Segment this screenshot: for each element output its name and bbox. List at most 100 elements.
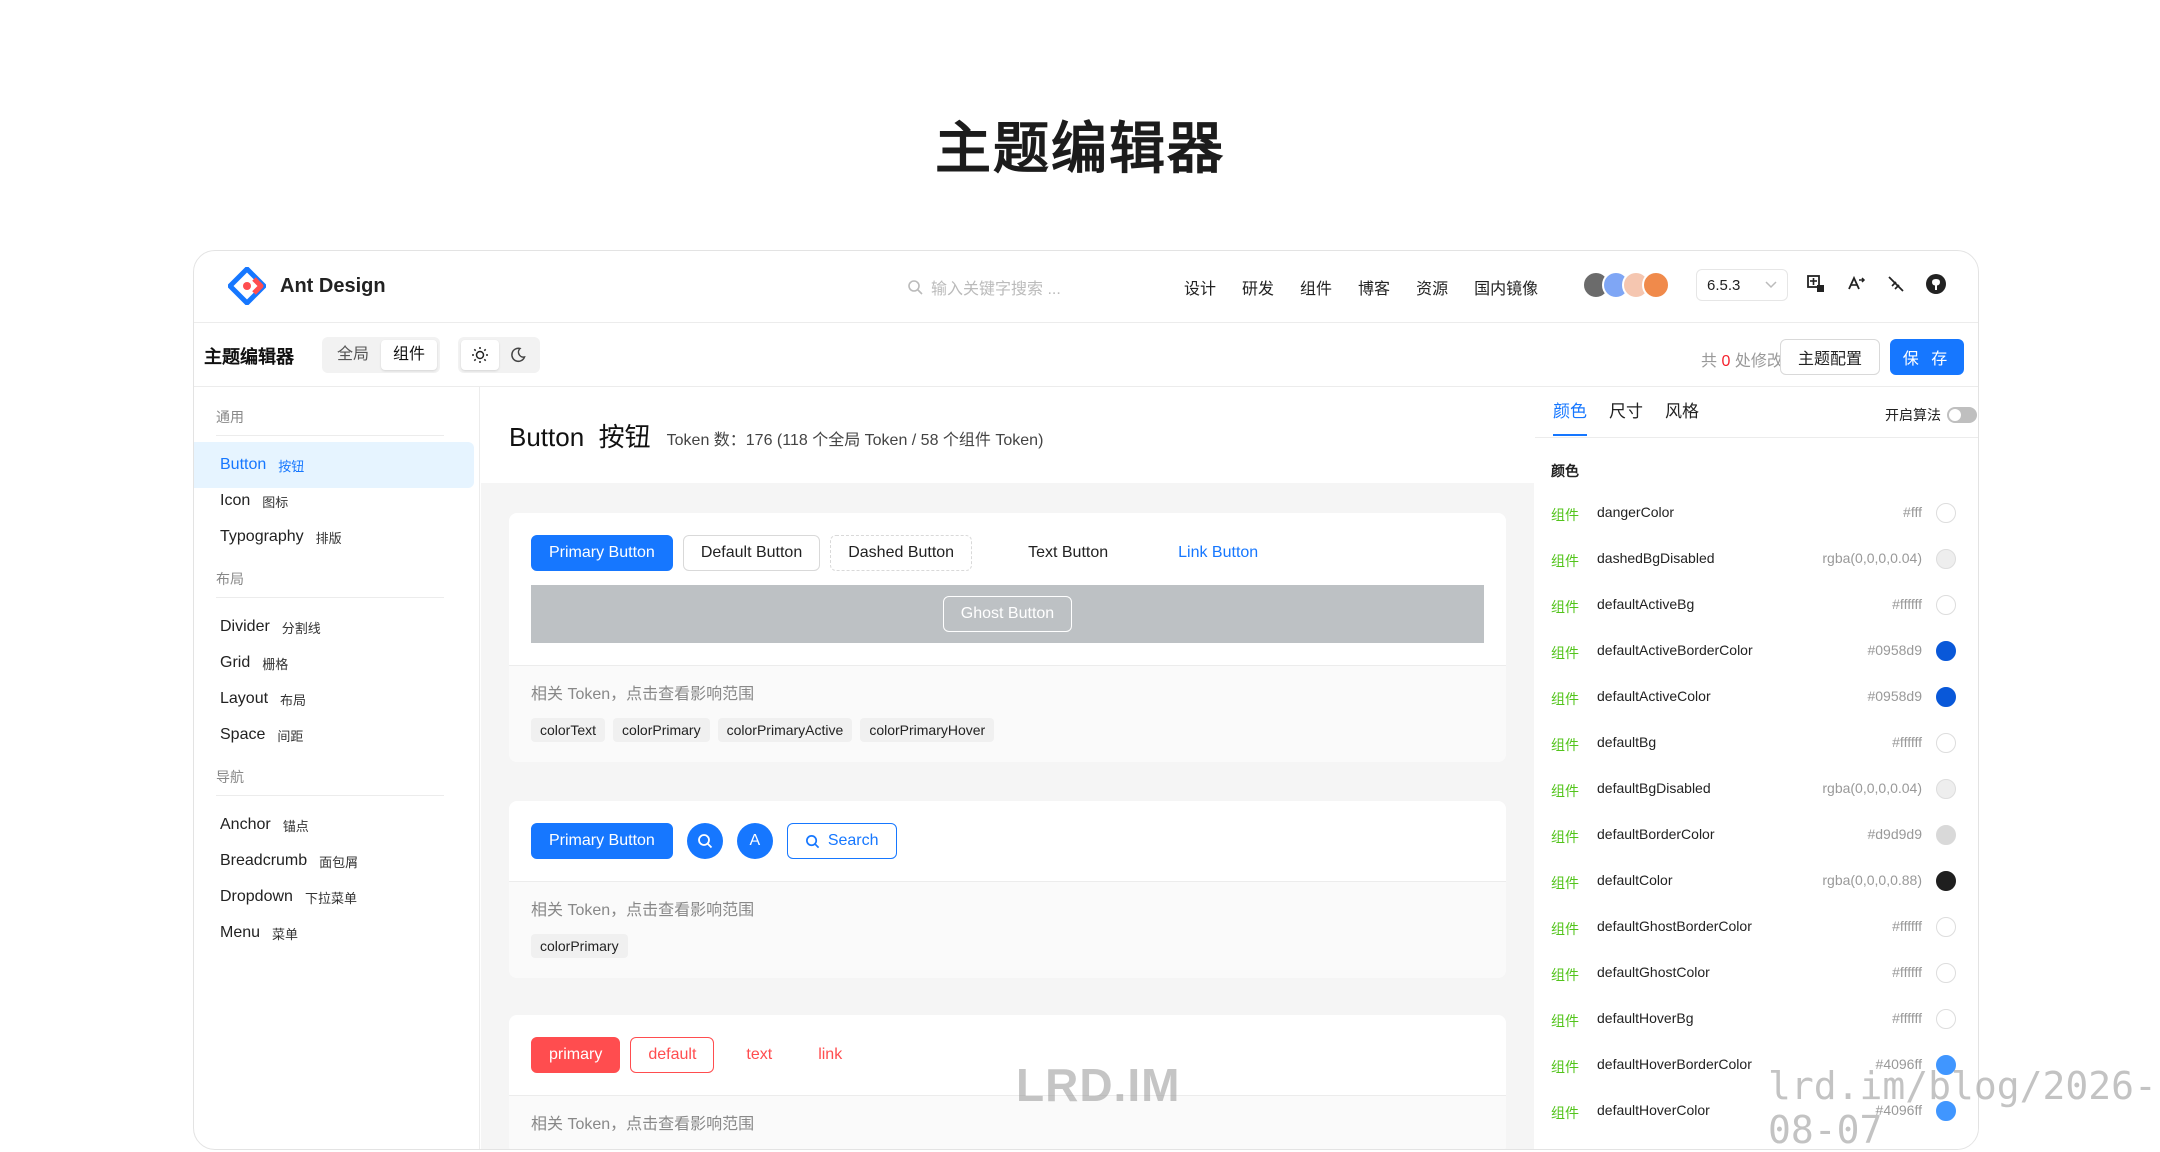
color-swatch[interactable] [1936,733,1956,753]
text-button[interactable]: Text Button [1010,535,1126,571]
token-name: defaultGhostColor [1597,964,1710,980]
chevron-down-icon [1765,281,1777,289]
token-name: defaultHoverColor [1597,1102,1710,1118]
color-swatch[interactable] [1936,595,1956,615]
color-swatch[interactable] [1936,917,1956,937]
color-swatch[interactable] [1936,1009,1956,1029]
primary-button[interactable]: Primary Button [531,823,673,859]
token-row[interactable]: 组件 defaultActiveBorderColor #0958d9 [1535,629,1978,675]
watermark-right: lrd.im/blog/2026-08-07 [1768,1064,2157,1152]
default-button[interactable]: Default Button [682,535,821,571]
watermark-left: LRD.IM [1016,1059,1181,1111]
search-circle-button[interactable] [686,823,723,859]
nav-item-blog[interactable]: 博客 [1358,275,1390,299]
logo[interactable]: Ant Design [228,267,386,305]
token-row[interactable]: 组件 defaultGhostColor #ffffff [1535,951,1978,997]
segment-global[interactable]: 全局 [325,340,381,370]
related-tokens-label: 相关 Token，点击查看影响范围 [531,686,755,703]
token-row[interactable]: 组件 defaultColor rgba(0,0,0,0.88) [1535,859,1978,905]
sidebar-item-space[interactable]: Space 间距 [194,712,474,758]
component-tag: 组件 [1551,737,1579,753]
color-swatch[interactable] [1936,687,1956,707]
nav-item-components[interactable]: 组件 [1300,275,1332,299]
nav-item-resources[interactable]: 资源 [1416,275,1448,299]
ghost-button-area: Ghost Button [531,585,1484,643]
dark-mode-button[interactable] [499,340,537,370]
primary-button[interactable]: Primary Button [531,535,673,571]
tab-size[interactable]: 尺寸 [1609,397,1643,436]
logo-text: Ant Design [280,274,386,297]
color-swatch[interactable] [1936,871,1956,891]
github-icon[interactable] [1925,273,1947,295]
token-tag[interactable]: colorPrimaryActive [717,718,853,742]
letter-circle-button[interactable]: A [736,823,773,859]
light-mode-button[interactable] [461,340,499,370]
danger-text-button[interactable]: text [728,1037,790,1073]
app-window: Ant Design 输入关键字搜索 ... 设计 研发 组件 博客 资源 国内… [193,250,1979,1150]
token-row[interactable]: 组件 defaultBg #ffffff [1535,721,1978,767]
danger-primary-button[interactable]: primary [531,1037,621,1073]
color-swatch[interactable] [1936,549,1956,569]
ghost-button[interactable]: Ghost Button [942,596,1073,632]
main-nav: 设计 研发 组件 博客 资源 国内镜像 [1184,275,1538,299]
search-box[interactable]: 输入关键字搜索 ... [907,275,1061,299]
token-name: defaultBgDisabled [1597,780,1711,796]
direction-switch-icon[interactable] [1845,273,1867,295]
header-icons [1805,273,1947,295]
dashed-button[interactable]: Dashed Button [830,535,973,571]
search-button[interactable]: Search [786,823,897,859]
token-name: defaultActiveColor [1597,688,1711,704]
section-title: 颜色 [1551,463,1579,479]
token-row[interactable]: 组件 defaultActiveBg #ffffff [1535,583,1978,629]
algorithm-switch[interactable] [1947,407,1977,423]
color-swatch[interactable] [1936,779,1956,799]
segment-component[interactable]: 组件 [381,340,438,370]
sponsor-avatars[interactable] [1582,271,1674,299]
sidebar-item-typography[interactable]: Typography 排版 [194,514,474,560]
token-summary: Token 数：176 (118 个全局 Token / 58 个组件 Toke… [666,432,1044,449]
avatar [1642,271,1670,299]
color-swatch[interactable] [1936,641,1956,661]
token-row[interactable]: 组件 defaultActiveColor #0958d9 [1535,675,1978,721]
tab-style[interactable]: 风格 [1665,397,1699,436]
theme-config-button[interactable]: 主题配置 [1780,339,1880,375]
sidebar-item-menu[interactable]: Menu 菜单 [194,910,474,956]
color-swatch[interactable] [1936,825,1956,845]
tab-color[interactable]: 颜色 [1553,397,1587,436]
token-row[interactable]: 组件 defaultBorderColor #d9d9d9 [1535,813,1978,859]
language-switch-icon[interactable] [1805,273,1827,295]
related-tokens-label: 相关 Token，点击查看影响范围 [531,902,755,919]
related-tokens: 相关 Token，点击查看影响范围 [509,1095,1506,1149]
nav-item-design[interactable]: 设计 [1184,275,1216,299]
danger-default-button[interactable]: default [630,1037,715,1073]
editor-toolbar: 主题编辑器 全局 组件 共 0 处修改 主题配置 保 存 [194,323,1978,387]
token-tag[interactable]: colorText [531,718,606,742]
token-row[interactable]: 组件 defaultHoverBg #ffffff [1535,997,1978,1043]
color-swatch[interactable] [1936,963,1956,983]
danger-link-button[interactable]: link [800,1037,860,1073]
scope-segmented: 全局 组件 [322,337,441,373]
nav-item-develop[interactable]: 研发 [1242,275,1274,299]
color-swatch[interactable] [1936,503,1956,523]
sidebar-group-layout: 布局 [216,571,244,587]
component-tag: 组件 [1551,921,1579,937]
token-row[interactable]: 组件 defaultBgDisabled rgba(0,0,0,0.04) [1535,767,1978,813]
token-value: #ffffff [1892,964,1922,980]
token-tag[interactable]: colorPrimaryHover [860,718,995,742]
token-tag[interactable]: colorPrimary [613,718,710,742]
component-tag: 组件 [1551,875,1579,891]
link-button[interactable]: Link Button [1160,535,1276,571]
token-row[interactable]: 组件 dashedBgDisabled rgba(0,0,0,0.04) [1535,537,1978,583]
component-tag: 组件 [1551,691,1579,707]
modification-count: 共 0 处修改 [1701,353,1783,370]
token-row[interactable]: 组件 dangerColor #fff [1535,491,1978,537]
token-tag[interactable]: colorPrimary [531,934,628,958]
theme-switch-icon[interactable] [1885,273,1907,295]
sidebar-group-general: 通用 [216,409,244,425]
version-select[interactable]: 6.5.3 [1696,269,1788,301]
sidebar-group-navigation: 导航 [216,769,244,785]
save-button[interactable]: 保 存 [1890,339,1964,375]
token-row[interactable]: 组件 defaultGhostBorderColor #ffffff [1535,905,1978,951]
nav-item-mirror[interactable]: 国内镜像 [1474,275,1538,299]
component-tag: 组件 [1551,1105,1579,1121]
